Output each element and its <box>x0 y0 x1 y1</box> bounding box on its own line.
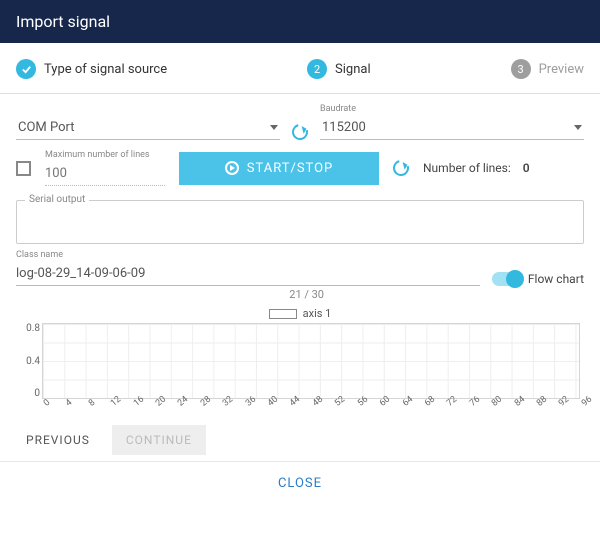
legend-label: axis 1 <box>303 307 332 320</box>
step-label: Type of signal source <box>44 62 167 77</box>
check-icon <box>16 59 36 79</box>
plot-area <box>42 323 580 399</box>
stepper: Type of signal source 2 Signal 3 Preview <box>0 43 600 94</box>
start-stop-label: START/STOP <box>247 161 334 176</box>
step-label: Signal <box>335 62 371 77</box>
dialog-header: Import signal <box>0 0 600 43</box>
class-name-input[interactable] <box>16 262 480 286</box>
com-port-select[interactable]: COM Port <box>16 116 280 140</box>
chevron-down-icon <box>270 125 278 130</box>
flow-chart: axis 1 0.80.40 0481216202428323640444852… <box>18 307 582 417</box>
close-button[interactable]: CLOSE <box>278 476 322 491</box>
baudrate-value: 115200 <box>322 120 366 135</box>
step-number-icon: 3 <box>511 59 531 79</box>
step-label: Preview <box>539 62 584 77</box>
num-lines-value: 0 <box>523 161 530 175</box>
step-signal[interactable]: 2 Signal <box>307 59 371 79</box>
chevron-down-icon <box>574 125 582 130</box>
legend-swatch <box>269 309 297 319</box>
dialog-title: Import signal <box>16 12 110 31</box>
previous-button[interactable]: PREVIOUS <box>16 425 100 455</box>
com-port-value: COM Port <box>18 120 75 135</box>
flow-chart-toggle[interactable] <box>492 272 522 286</box>
step-preview[interactable]: 3 Preview <box>511 59 584 79</box>
step-source[interactable]: Type of signal source <box>16 59 167 79</box>
refresh-icon[interactable] <box>390 157 412 179</box>
continue-button[interactable]: CONTINUE <box>112 425 206 455</box>
baudrate-select[interactable]: 115200 <box>320 116 584 140</box>
class-name-label: Class name <box>16 250 480 260</box>
y-axis: 0.80.40 <box>18 323 40 399</box>
max-lines-label: Maximum number of lines <box>45 150 165 160</box>
serial-output-box: Serial output <box>16 200 584 244</box>
max-lines-input[interactable] <box>45 162 165 186</box>
step-number-icon: 2 <box>307 59 327 79</box>
refresh-icon[interactable] <box>289 121 311 143</box>
flow-chart-label: Flow chart <box>528 272 584 286</box>
num-lines-label: Number of lines: <box>423 161 511 175</box>
x-axis: 0481216202428323640444852566064687276808… <box>42 401 580 419</box>
max-lines-checkbox[interactable] <box>16 161 31 176</box>
play-icon <box>225 161 239 175</box>
serial-output-label: Serial output <box>25 194 89 205</box>
class-name-counter: 21 / 30 <box>16 288 584 301</box>
baudrate-label: Baudrate <box>320 104 584 114</box>
start-stop-button[interactable]: START/STOP <box>179 152 379 185</box>
